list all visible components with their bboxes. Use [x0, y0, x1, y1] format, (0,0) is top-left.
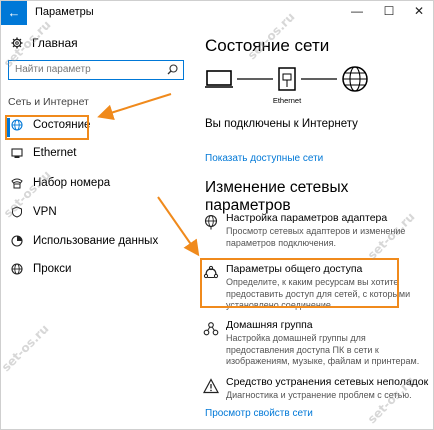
minimize-button[interactable]: — [347, 4, 367, 18]
close-button[interactable]: ✕ [409, 4, 429, 18]
sidebar-item-ethernet[interactable]: Ethernet [11, 147, 76, 159]
highlight-box [5, 115, 89, 140]
sidebar: Главная Найти параметр Сеть и Интернет С… [1, 27, 191, 429]
sidebar-item-label: Ethernet [33, 147, 77, 159]
search-input[interactable]: Найти параметр [8, 60, 184, 80]
ethernet-adapter-icon [278, 67, 296, 91]
laptop-icon [205, 70, 233, 88]
title-bar: ← Параметры — ☐ ✕ [1, 1, 433, 27]
adapter-icon [204, 214, 218, 230]
sidebar-item-label: Прокси [33, 263, 72, 275]
sidebar-item-label: VPN [33, 206, 57, 218]
setting-description: Настройка домашней группы для предоставл… [226, 333, 420, 366]
setting-title: Настройка параметров адаптера [226, 212, 388, 224]
network-diagram: Ethernet [205, 66, 368, 105]
highlight-box [200, 258, 399, 308]
internet-globe-icon [342, 66, 368, 92]
back-button[interactable]: ← [1, 1, 27, 25]
homegroup-icon [203, 322, 219, 336]
maximize-button[interactable]: ☐ [379, 4, 399, 18]
section-label: Сеть и Интернет [8, 96, 89, 108]
sidebar-item-proxy[interactable]: Прокси [11, 263, 71, 275]
globe-icon [11, 263, 23, 275]
warning-icon [203, 378, 219, 394]
connection-status: Вы подключены к Интернету [205, 118, 358, 130]
search-icon [167, 64, 178, 75]
settings-window: ← Параметры — ☐ ✕ Главная Найти параметр [0, 0, 434, 430]
show-networks-link[interactable]: Показать доступные сети [205, 153, 323, 164]
ethernet-icon [11, 148, 23, 158]
section-title: Изменение сетевых параметров [205, 179, 349, 214]
setting-title: Домашняя группа [226, 319, 313, 331]
search-placeholder: Найти параметр [15, 64, 91, 75]
adapter-label: Ethernet [273, 96, 302, 105]
sidebar-item-data-usage[interactable]: Использование данных [11, 235, 158, 247]
sidebar-item-label: Использование данных [33, 235, 159, 247]
homegroup-settings-item[interactable]: Домашняя группа Настройка домашней групп… [197, 319, 433, 366]
view-properties-link[interactable]: Просмотр свойств сети [205, 408, 313, 419]
window-title: Параметры [35, 6, 94, 18]
data-usage-icon [11, 235, 23, 247]
dialup-icon [11, 178, 23, 189]
